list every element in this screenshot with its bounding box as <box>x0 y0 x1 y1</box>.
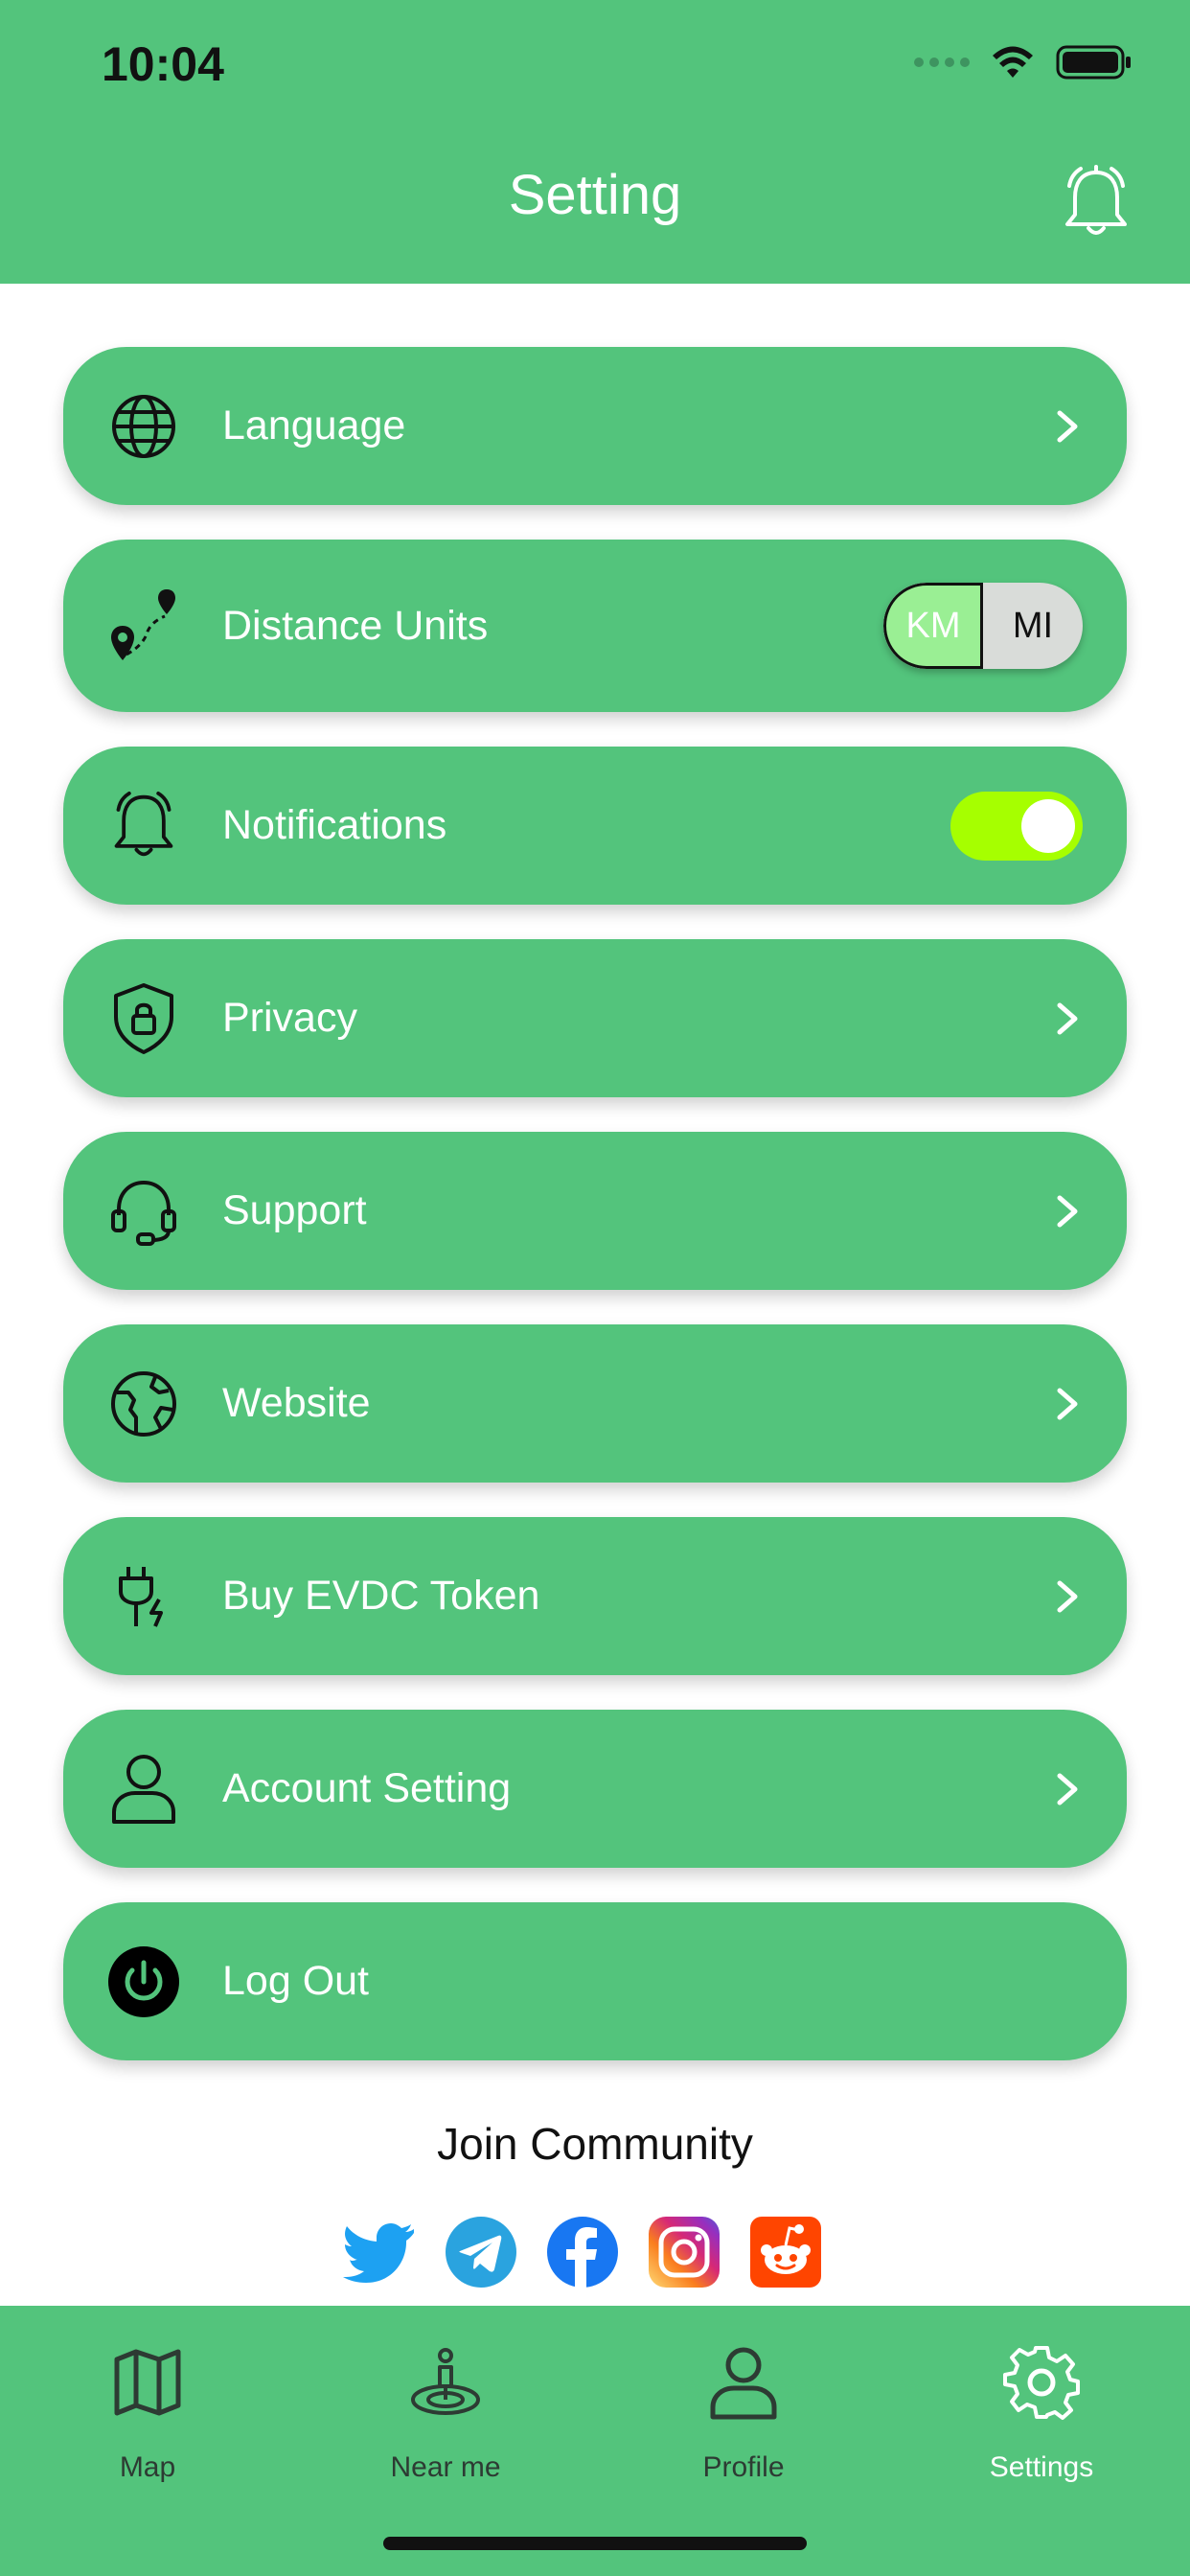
bell-icon <box>105 788 182 864</box>
person-icon <box>710 2347 777 2420</box>
globe-icon <box>105 388 182 465</box>
notifications-switch[interactable] <box>950 791 1083 861</box>
settings-item-label: Log Out <box>222 1958 369 2004</box>
tab-label: Near me <box>390 2451 501 2483</box>
unit-km-option[interactable]: KM <box>883 583 983 669</box>
status-icons <box>914 44 1133 80</box>
chevron-right-icon <box>1057 1002 1078 1034</box>
map-icon <box>114 2349 181 2416</box>
tab-near-me[interactable]: Near me <box>340 2344 551 2484</box>
home-indicator <box>383 2537 807 2550</box>
instagram-icon[interactable] <box>648 2216 721 2288</box>
status-bar: 10:04 <box>0 0 1190 125</box>
header: Setting <box>0 125 1190 284</box>
unit-mi-option[interactable]: MI <box>983 583 1083 669</box>
settings-item-label: Language <box>222 402 406 448</box>
switch-knob <box>1021 798 1075 853</box>
chevron-right-icon <box>1057 410 1078 442</box>
settings-item-website[interactable]: Website <box>63 1324 1127 1483</box>
bell-icon[interactable] <box>1060 165 1133 242</box>
settings-item-language[interactable]: Language <box>63 347 1127 505</box>
settings-item-distance-units: Distance Units KM MI <box>63 540 1127 712</box>
distance-units-toggle[interactable]: KM MI <box>883 583 1083 669</box>
route-pin-icon <box>105 587 182 664</box>
wifi-icon <box>993 46 1033 78</box>
twitter-icon[interactable] <box>343 2216 416 2288</box>
chevron-right-icon <box>1057 1388 1078 1419</box>
reddit-icon[interactable] <box>749 2216 822 2288</box>
tab-label: Map <box>119 2451 176 2483</box>
location-person-icon <box>411 2348 480 2415</box>
tab-label: Settings <box>989 2451 1094 2483</box>
facebook-icon[interactable] <box>546 2216 619 2288</box>
settings-item-privacy[interactable]: Privacy <box>63 939 1127 1097</box>
shield-lock-icon <box>105 980 182 1057</box>
tab-settings[interactable]: Settings <box>936 2344 1147 2484</box>
tab-map[interactable]: Map <box>42 2344 253 2484</box>
battery-icon <box>1056 45 1131 80</box>
settings-item-label: Support <box>222 1187 367 1233</box>
settings-item-log-out[interactable]: Log Out <box>63 1902 1127 2060</box>
chevron-right-icon <box>1057 1195 1078 1227</box>
earth-icon <box>105 1366 182 1442</box>
tab-profile[interactable]: Profile <box>638 2344 849 2484</box>
settings-item-buy-evdc-token[interactable]: Buy EVDC Token <box>63 1517 1127 1675</box>
social-links <box>343 2216 822 2288</box>
tab-label: Profile <box>702 2451 785 2483</box>
settings-item-label: Privacy <box>222 995 357 1041</box>
gear-icon <box>1003 2346 1080 2420</box>
chevron-right-icon <box>1057 1580 1078 1612</box>
settings-item-label: Distance Units <box>222 602 489 649</box>
settings-item-notifications: Notifications <box>63 747 1127 905</box>
status-time: 10:04 <box>102 37 224 91</box>
settings-item-label: Account Setting <box>222 1765 512 1811</box>
settings-item-label: Buy EVDC Token <box>222 1573 540 1619</box>
tab-bar: Map Near me Profile Settings <box>0 2306 1190 2576</box>
power-icon <box>105 1944 182 2020</box>
community-title: Join Community <box>437 2119 753 2169</box>
settings-item-label: Website <box>222 1380 371 1426</box>
page-title: Setting <box>508 164 682 226</box>
signal-dots-icon <box>914 58 970 67</box>
user-icon <box>105 1751 182 1828</box>
plug-bolt-icon <box>105 1558 182 1635</box>
telegram-icon[interactable] <box>445 2216 517 2288</box>
settings-item-account-setting[interactable]: Account Setting <box>63 1710 1127 1868</box>
settings-item-support[interactable]: Support <box>63 1132 1127 1290</box>
chevron-right-icon <box>1057 1773 1078 1805</box>
headset-icon <box>105 1173 182 1250</box>
settings-item-label: Notifications <box>222 802 447 848</box>
